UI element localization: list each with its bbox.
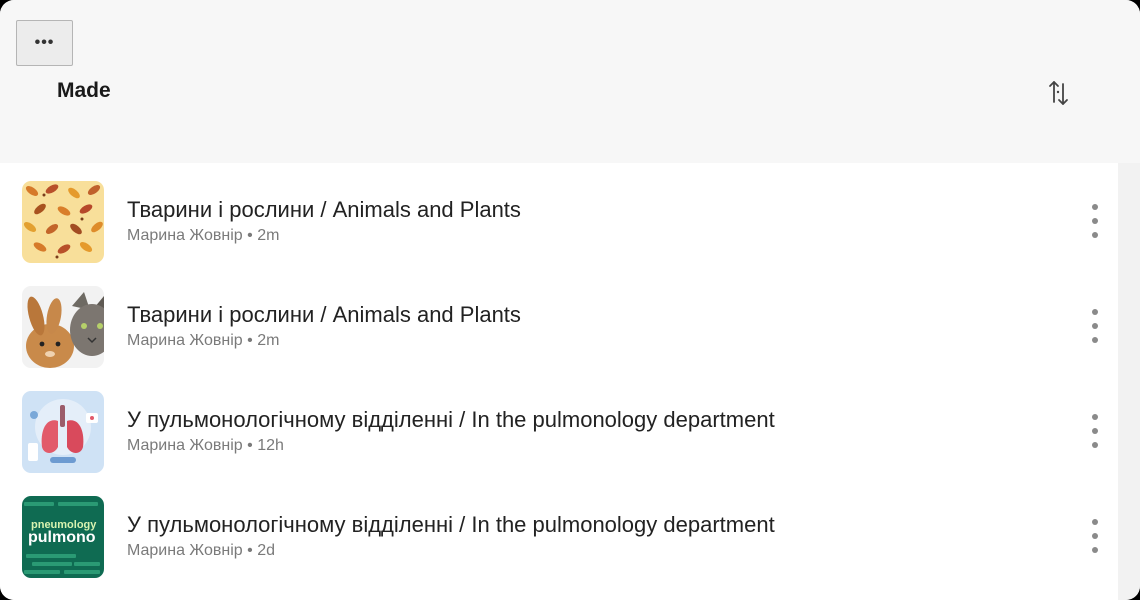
more-vertical-icon[interactable]	[1080, 411, 1110, 451]
page-title: Made	[57, 79, 111, 102]
item-subtitle: Марина Жовнір • 12h	[127, 437, 284, 454]
svg-text:pulmono: pulmono	[28, 529, 96, 546]
item-title: Тварини і рослини / Animals and Plants	[127, 197, 521, 222]
list-item[interactable]: Тварини і рослини / Animals and Plants М…	[0, 268, 1118, 373]
item-subtitle: Марина Жовнір • 2m	[127, 227, 280, 244]
item-subtitle: Марина Жовнір • 2d	[127, 542, 275, 559]
item-title: У пульмонологічному відділенні / In the …	[127, 512, 775, 537]
sort-button[interactable]	[1044, 78, 1074, 108]
item-subtitle: Марина Жовнір • 2m	[127, 332, 280, 349]
more-horizontal-icon: •••	[34, 34, 55, 51]
item-title: У пульмонологічному відділенні / In the …	[127, 407, 775, 432]
list-item[interactable]: У пульмонологічному відділенні / In the …	[0, 373, 1118, 478]
item-title: Тварини і рослини / Animals and Plants	[127, 302, 521, 327]
more-vertical-icon[interactable]	[1080, 201, 1110, 241]
thumbnail-pulmonology-word-cloud: pneumology pulmono	[22, 496, 104, 578]
more-vertical-icon[interactable]	[1080, 306, 1110, 346]
thumbnail-lungs	[22, 391, 104, 473]
app-window: ••• Made Тварини і рослини / Animals and…	[0, 0, 1140, 600]
side-strip	[1118, 163, 1140, 600]
thumbnail-rabbit-cat	[22, 286, 104, 368]
list-item[interactable]: pneumology pulmono У пульмонологічному в…	[0, 478, 1118, 583]
sort-arrows-icon	[1049, 81, 1068, 105]
header: ••• Made	[0, 0, 1140, 163]
list-item[interactable]: Тварини і рослини / Animals and Plants М…	[0, 163, 1118, 268]
thumbnail-autumn-leaves	[22, 181, 104, 263]
item-list: Тварини і рослини / Animals and Plants М…	[0, 163, 1118, 600]
more-vertical-icon[interactable]	[1080, 516, 1110, 556]
more-options-button[interactable]: •••	[16, 20, 73, 66]
